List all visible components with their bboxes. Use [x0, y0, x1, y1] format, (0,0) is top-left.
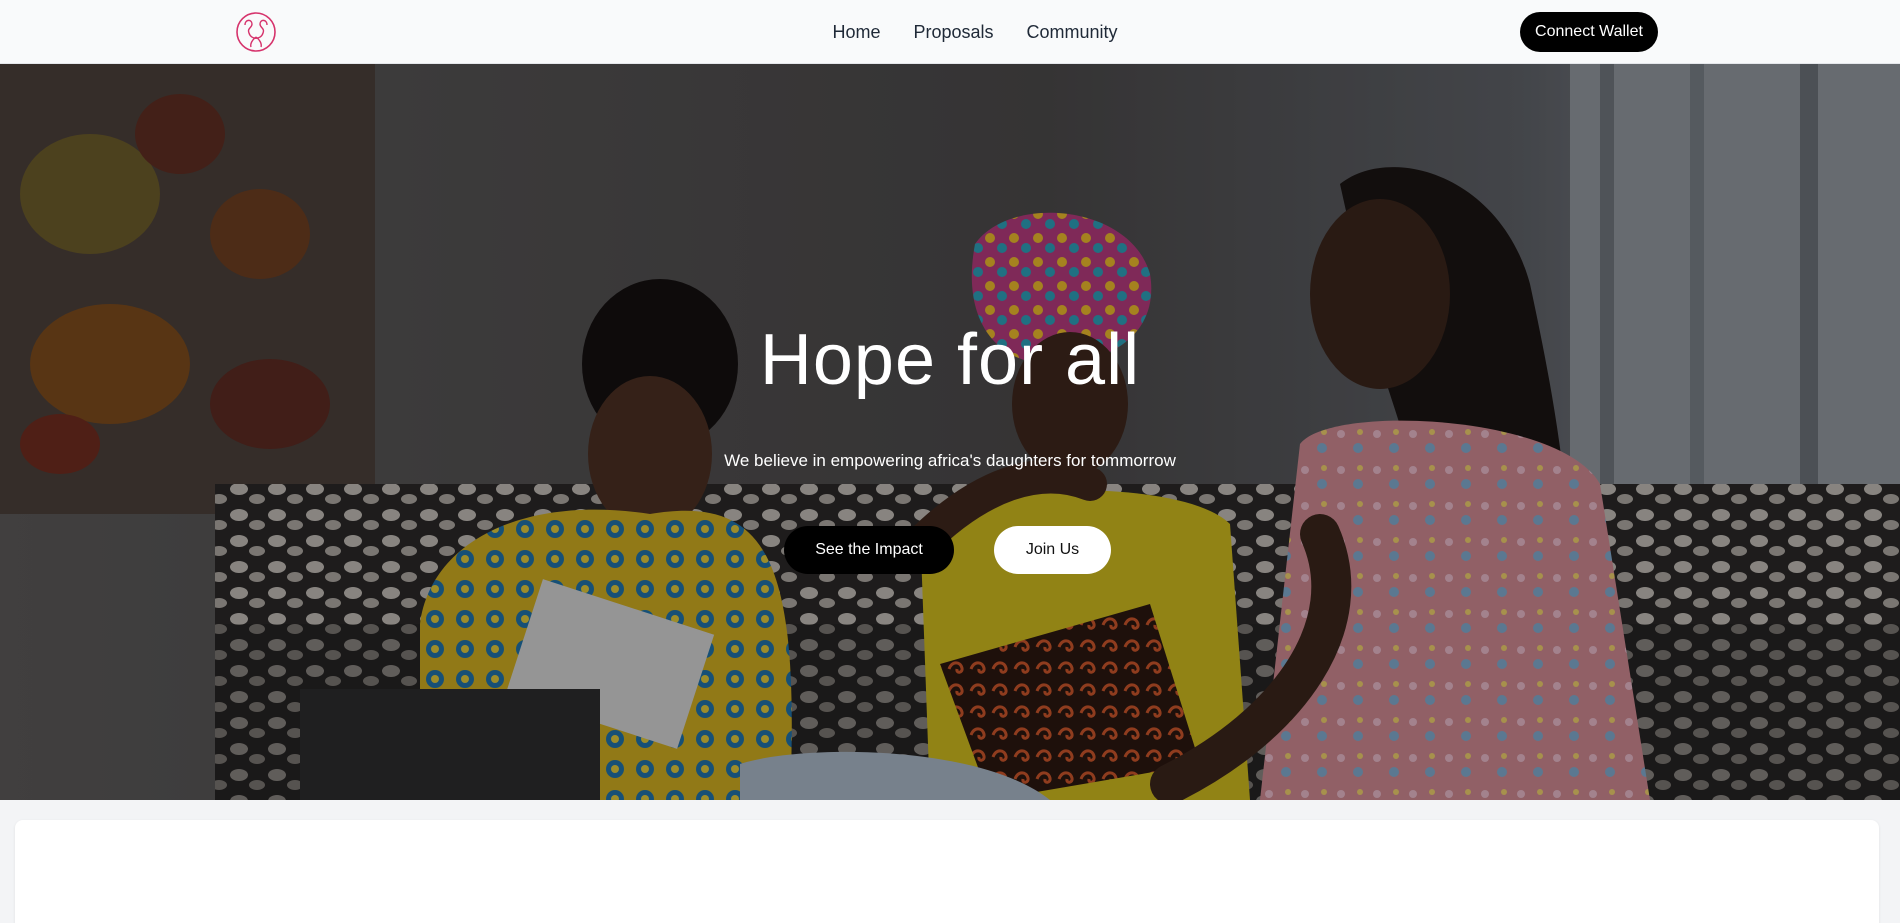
hero-section: Hope for all We believe in empowering af…: [0, 64, 1900, 800]
nav-proposals-link[interactable]: Proposals: [913, 22, 993, 43]
join-us-button[interactable]: Join Us: [994, 526, 1111, 574]
hero-title: Hope for all: [759, 320, 1141, 400]
nav-community-link[interactable]: Community: [1027, 22, 1118, 43]
top-navbar: Home Proposals Community Connect Wallet: [0, 0, 1900, 64]
content-card: [15, 820, 1879, 923]
nav-home-link[interactable]: Home: [832, 22, 880, 43]
connect-wallet-button[interactable]: Connect Wallet: [1520, 12, 1658, 52]
logo-icon[interactable]: [235, 11, 277, 53]
see-impact-button[interactable]: See the Impact: [784, 526, 954, 574]
hero-subtitle: We believe in empowering africa's daught…: [724, 451, 1176, 470]
hero-dark-overlay: [0, 64, 1900, 800]
